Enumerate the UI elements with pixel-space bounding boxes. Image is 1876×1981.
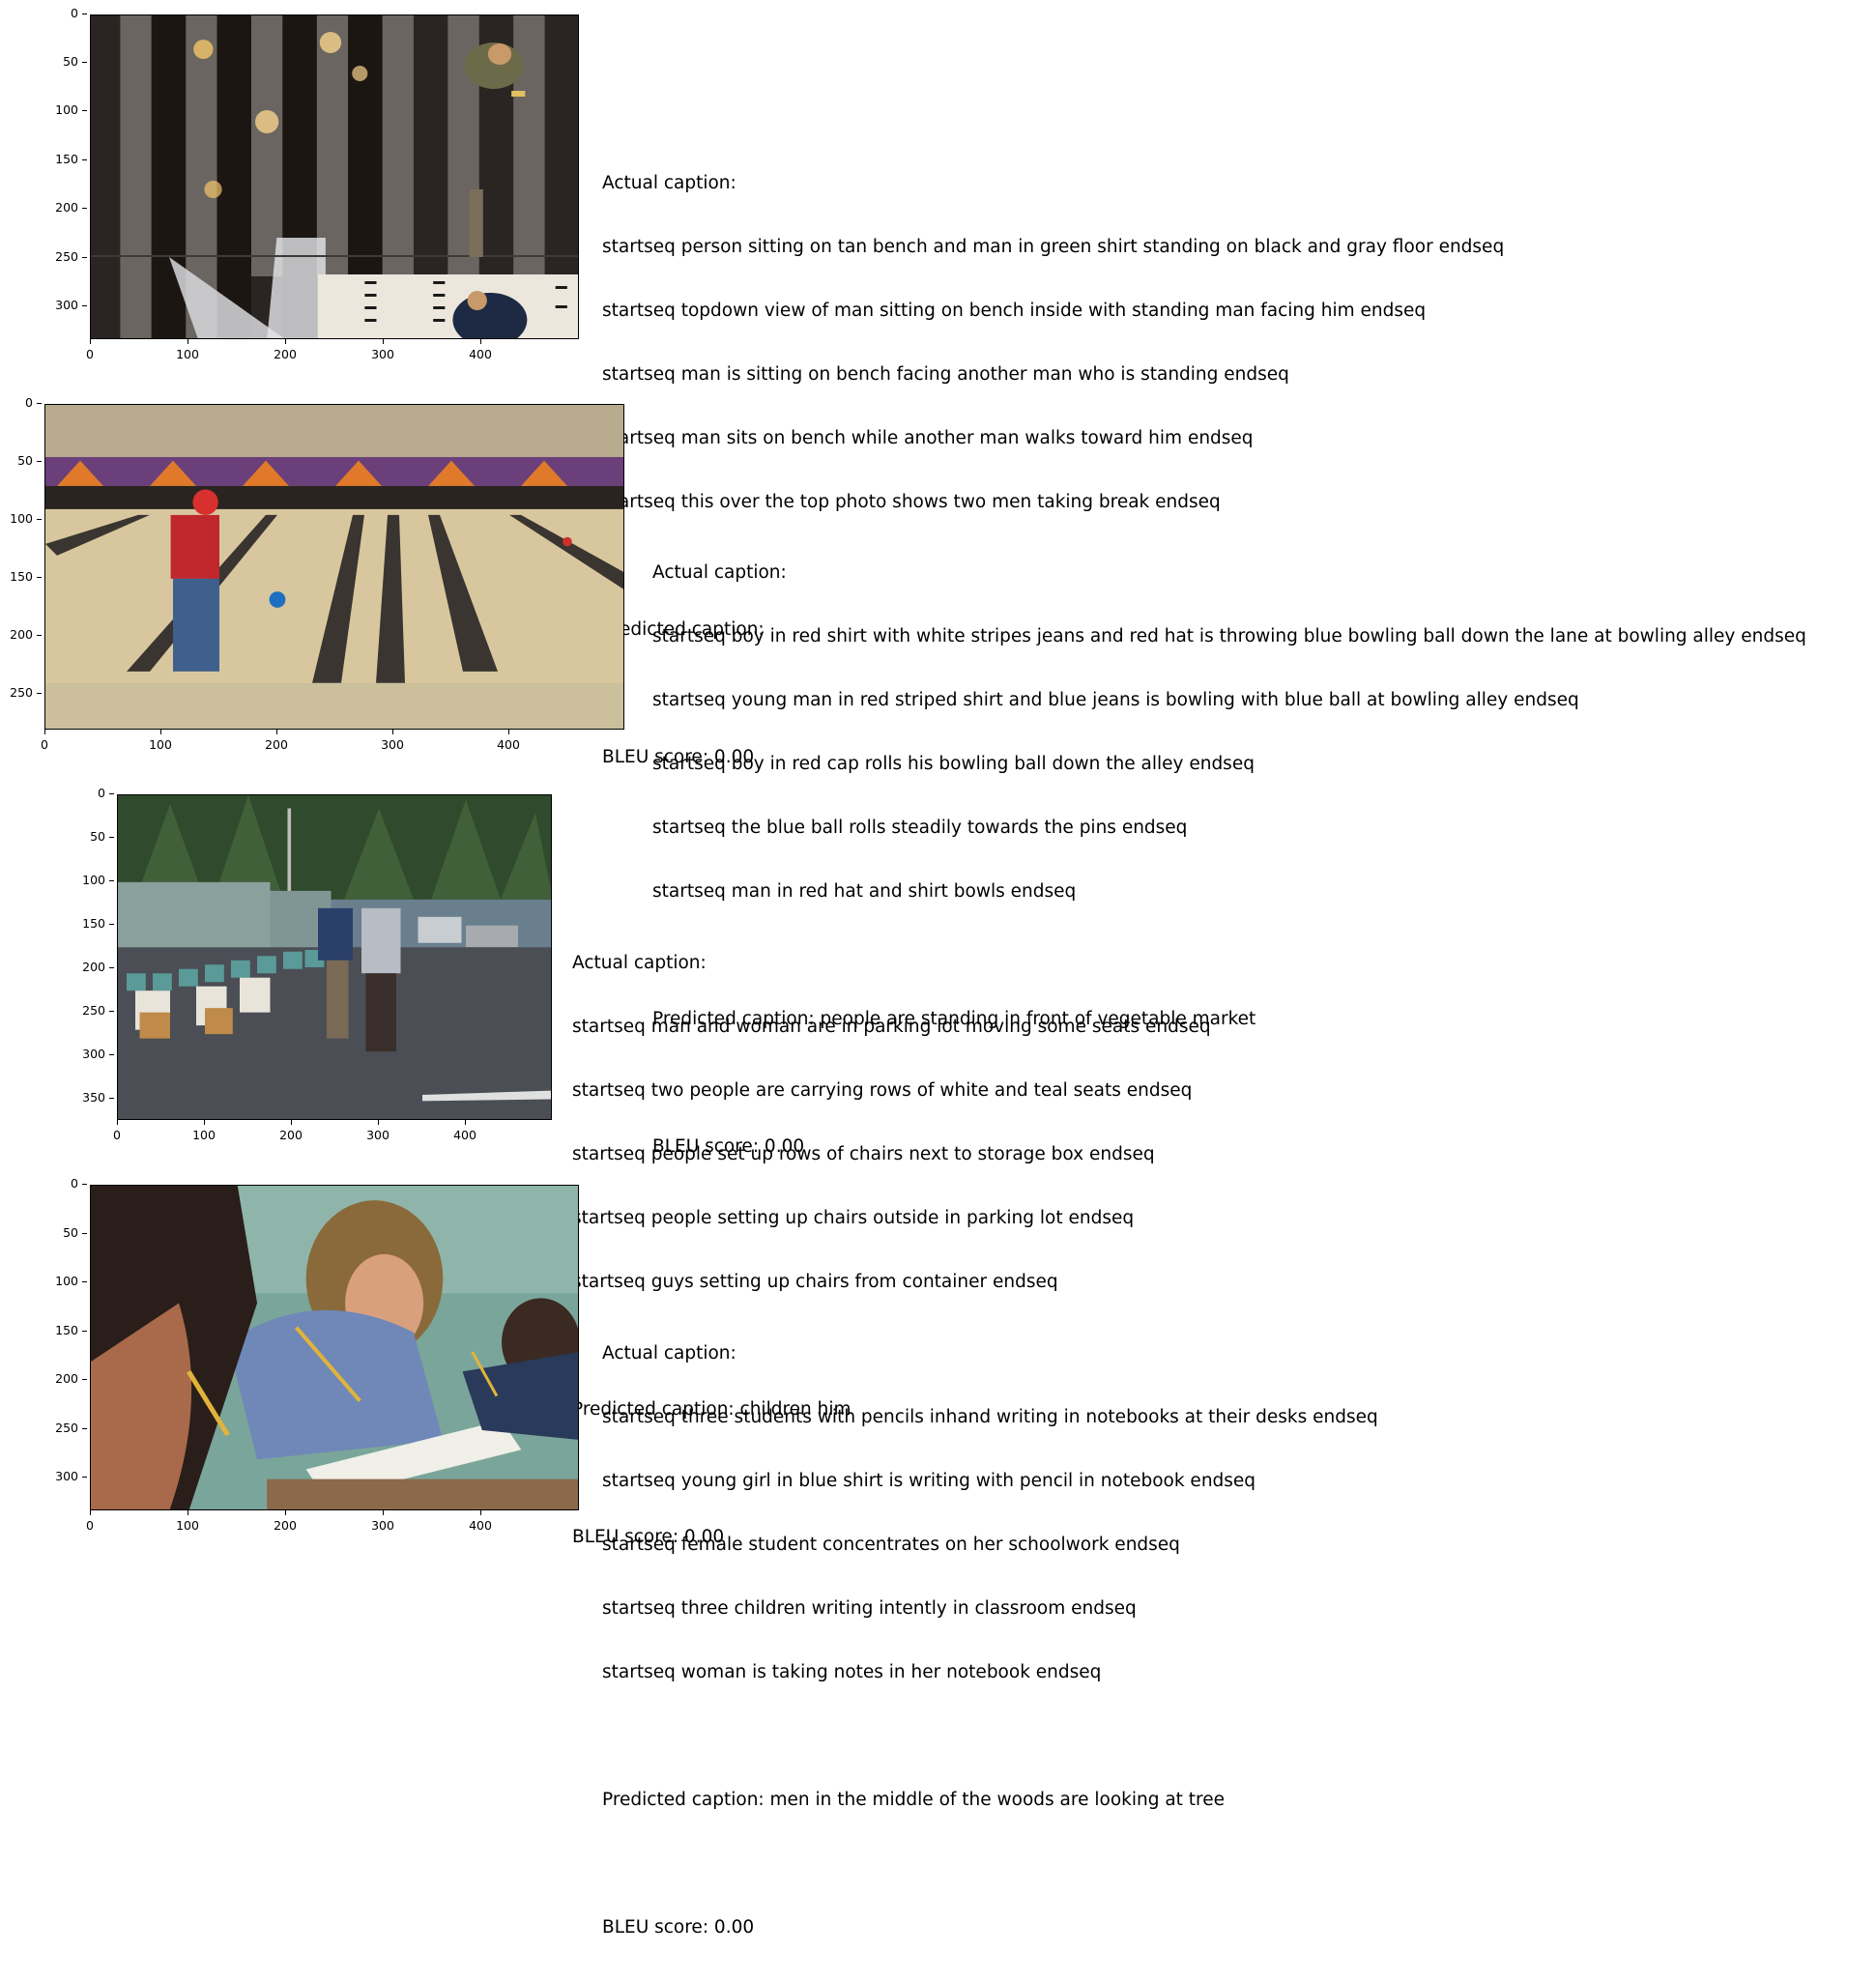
x-tick-label: 400 [461, 1510, 500, 1533]
y-tick-label: 350 [67, 1090, 114, 1105]
photo-frame [90, 14, 579, 339]
y-tick-label: 250 [40, 249, 87, 264]
actual-caption-line: startseq two people are carrying rows of… [572, 1080, 1193, 1101]
x-tick-label: 0 [98, 1120, 136, 1142]
x-tick-label: 300 [363, 339, 402, 361]
x-tick-label: 200 [257, 730, 296, 752]
image-axes-1: 0 50 100 150 200 250 300 0 100 200 300 4… [55, 6, 579, 361]
y-tick-label: 250 [0, 685, 42, 700]
result-panel-4: 0 50 100 150 200 250 300 0 100 200 300 4… [0, 1171, 1876, 1938]
y-tick-label: 50 [40, 54, 87, 69]
y-tick-label: 300 [40, 298, 87, 312]
x-tick-label: 200 [266, 339, 304, 361]
x-tick-label: 300 [373, 730, 412, 752]
y-tick-label: 0 [40, 6, 87, 20]
y-tick-label: 200 [0, 627, 42, 642]
y-tick-label: 300 [67, 1047, 114, 1061]
x-tick-label: 0 [25, 730, 64, 752]
y-tick-label: 150 [40, 1323, 87, 1337]
y-tick-label: 50 [40, 1225, 87, 1240]
y-tick-label: 200 [40, 1371, 87, 1386]
y-tick-label: 150 [67, 916, 114, 931]
actual-caption-line: startseq boy in red cap rolls his bowlin… [652, 754, 1255, 774]
caption-block-4: Actual caption: startseq three students … [602, 1301, 1378, 1981]
photo-frame [117, 794, 552, 1120]
actual-caption-label: Actual caption: [602, 173, 736, 193]
actual-caption-line: startseq woman is taking notes in her no… [602, 1662, 1102, 1682]
bleu-score: BLEU score: 0.00 [602, 1917, 755, 1938]
x-tick-label: 100 [168, 1510, 207, 1533]
y-tick-label: 100 [67, 873, 114, 887]
image-axes-4: 0 50 100 150 200 250 300 0 100 200 300 4… [55, 1176, 579, 1533]
x-tick-label: 400 [489, 730, 528, 752]
result-panel-2: 0 50 100 150 200 250 0 100 200 300 400 A… [0, 390, 1876, 1157]
actual-caption-line: startseq person sitting on tan bench and… [602, 237, 1505, 257]
actual-caption-label: Actual caption: [602, 1343, 736, 1364]
photo-two-men-bench-topdown [91, 15, 578, 338]
actual-caption-label: Actual caption: [572, 953, 707, 973]
actual-caption-line: startseq young man in red striped shirt … [652, 690, 1579, 710]
result-panel-1: 0 50 100 150 200 250 300 0 100 200 300 4… [0, 0, 1876, 767]
y-tick-label: 200 [40, 200, 87, 215]
x-tick-label: 400 [461, 339, 500, 361]
result-panel-3: 0 50 100 150 200 250 300 350 0 100 200 3… [0, 781, 1876, 1547]
image-axes-3: 0 50 100 150 200 250 300 350 0 100 200 3… [82, 786, 552, 1142]
actual-caption-line: startseq three children writing intently… [602, 1598, 1137, 1619]
photo-bowling-alley [45, 405, 623, 729]
actual-caption-line: startseq man and woman are in parking lo… [572, 1017, 1211, 1037]
photo-students-writing [91, 1186, 578, 1509]
photo-frame [90, 1185, 579, 1510]
y-tick-label: 0 [40, 1176, 87, 1191]
photo-frame [44, 404, 624, 730]
y-tick-label: 50 [67, 829, 114, 844]
actual-caption-line: startseq female student concentrates on … [602, 1535, 1180, 1555]
y-tick-label: 300 [40, 1469, 87, 1483]
y-tick-label: 100 [0, 511, 42, 526]
x-tick-label: 100 [185, 1120, 223, 1142]
predicted-caption: Predicted caption: men in the middle of … [602, 1790, 1226, 1810]
x-tick-label: 100 [141, 730, 180, 752]
actual-caption-line: startseq boy in red shirt with white str… [652, 626, 1806, 646]
actual-caption-line: startseq man is sitting on bench facing … [602, 364, 1289, 385]
actual-caption-line: startseq three students with pencils inh… [602, 1407, 1378, 1427]
x-tick-label: 100 [168, 339, 207, 361]
x-tick-label: 200 [266, 1510, 304, 1533]
y-tick-label: 150 [40, 152, 87, 166]
photo-parking-lot-chairs [118, 795, 551, 1119]
x-tick-label: 300 [363, 1510, 402, 1533]
actual-caption-line: startseq young girl in blue shirt is wri… [602, 1471, 1256, 1491]
y-tick-label: 200 [67, 960, 114, 974]
y-tick-label: 100 [40, 102, 87, 117]
x-tick-label: 400 [446, 1120, 484, 1142]
x-tick-label: 0 [71, 1510, 109, 1533]
y-tick-label: 250 [67, 1003, 114, 1018]
y-tick-label: 100 [40, 1274, 87, 1288]
x-tick-label: 0 [71, 339, 109, 361]
y-tick-label: 50 [0, 453, 42, 468]
y-tick-label: 250 [40, 1421, 87, 1435]
x-tick-label: 200 [272, 1120, 310, 1142]
actual-caption-line: startseq topdown view of man sitting on … [602, 301, 1427, 321]
actual-caption-label: Actual caption: [652, 562, 787, 583]
image-axes-2: 0 50 100 150 200 250 0 100 200 300 400 [10, 395, 624, 752]
y-tick-label: 150 [0, 569, 42, 584]
y-tick-label: 0 [0, 395, 42, 410]
y-tick-label: 0 [67, 786, 114, 800]
x-tick-label: 300 [359, 1120, 397, 1142]
actual-caption-line: startseq people set up rows of chairs ne… [572, 1144, 1155, 1164]
